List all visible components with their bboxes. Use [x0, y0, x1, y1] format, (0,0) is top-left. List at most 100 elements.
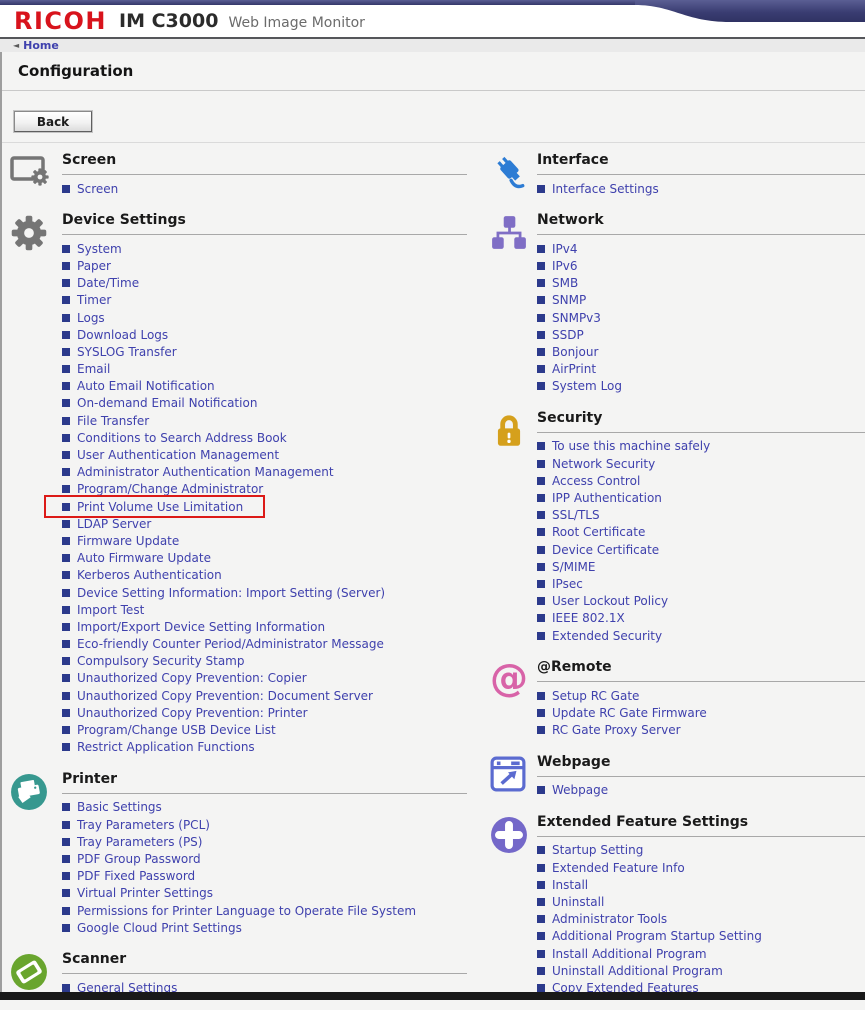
bullet-icon	[537, 563, 545, 571]
config-link[interactable]: Bonjour	[552, 346, 598, 358]
config-link[interactable]: IPv6	[552, 260, 578, 272]
bullet-icon	[62, 606, 70, 614]
config-link[interactable]: SSDP	[552, 329, 584, 341]
bullet-icon	[62, 365, 70, 373]
config-link[interactable]: Root Certificate	[552, 526, 645, 538]
config-link[interactable]: Program/Change Administrator	[77, 483, 263, 495]
config-link[interactable]: On-demand Email Notification	[77, 397, 257, 409]
config-link[interactable]: Tray Parameters (PS)	[77, 836, 202, 848]
link-item: Compulsory Security Stamp	[62, 653, 467, 670]
config-link[interactable]: PDF Group Password	[77, 853, 201, 865]
config-link[interactable]: Permissions for Printer Language to Oper…	[77, 905, 416, 917]
back-button[interactable]: Back	[14, 111, 92, 132]
screen-icon	[10, 150, 62, 197]
config-link[interactable]: Update RC Gate Firmware	[552, 707, 707, 719]
config-link[interactable]: Install	[552, 879, 588, 891]
home-link[interactable]: Home	[23, 40, 59, 51]
section-title: Interface	[537, 150, 865, 175]
section-title: Webpage	[537, 752, 865, 777]
config-link[interactable]: Interface Settings	[552, 183, 659, 195]
config-link[interactable]: SSL/TLS	[552, 509, 600, 521]
config-link[interactable]: RC Gate Proxy Server	[552, 724, 681, 736]
config-link[interactable]: Unauthorized Copy Prevention: Copier	[77, 672, 307, 684]
config-link[interactable]: Basic Settings	[77, 801, 162, 813]
config-link[interactable]: SNMPv3	[552, 312, 601, 324]
config-link[interactable]: Google Cloud Print Settings	[77, 922, 242, 934]
config-link[interactable]: Virtual Printer Settings	[77, 887, 213, 899]
config-link[interactable]: Device Certificate	[552, 544, 659, 556]
bullet-icon	[537, 932, 545, 940]
config-link[interactable]: Administrator Authentication Management	[77, 466, 334, 478]
config-link[interactable]: Timer	[77, 294, 111, 306]
link-item: Additional Program Startup Setting	[537, 928, 865, 945]
link-item: Uninstall Additional Program	[537, 962, 865, 979]
config-link[interactable]: Network Security	[552, 458, 655, 470]
config-link[interactable]: PDF Fixed Password	[77, 870, 195, 882]
config-link[interactable]: File Transfer	[77, 415, 149, 427]
config-link[interactable]: Uninstall	[552, 896, 604, 908]
config-link[interactable]: System	[77, 243, 122, 255]
config-link[interactable]: Logs	[77, 312, 105, 324]
link-item: Timer	[62, 292, 467, 309]
config-link[interactable]: Extended Feature Info	[552, 862, 685, 874]
config-link[interactable]: Compulsory Security Stamp	[77, 655, 244, 667]
link-item: Install	[537, 876, 865, 893]
link-item: IEEE 802.1X	[537, 610, 865, 627]
section-title: Extended Feature Settings	[537, 812, 865, 837]
config-link[interactable]: Tray Parameters (PCL)	[77, 819, 210, 831]
config-link[interactable]: Email	[77, 363, 110, 375]
config-link[interactable]: Startup Setting	[552, 844, 643, 856]
config-link[interactable]: System Log	[552, 380, 622, 392]
config-link[interactable]: To use this machine safely	[552, 440, 710, 452]
config-link[interactable]: User Authentication Management	[77, 449, 279, 461]
config-link[interactable]: Extended Security	[552, 630, 662, 642]
bullet-icon	[62, 279, 70, 287]
config-link[interactable]: Restrict Application Functions	[77, 741, 255, 753]
config-link[interactable]: IPv4	[552, 243, 578, 255]
config-link[interactable]: Uninstall Additional Program	[552, 965, 723, 977]
config-link[interactable]: Auto Email Notification	[77, 380, 215, 392]
config-link[interactable]: Import Test	[77, 604, 144, 616]
link-item: User Lockout Policy	[537, 593, 865, 610]
config-link[interactable]: Setup RC Gate	[552, 690, 639, 702]
config-link[interactable]: AirPrint	[552, 363, 596, 375]
config-link[interactable]: Import/Export Device Setting Information	[77, 621, 325, 633]
config-link[interactable]: Additional Program Startup Setting	[552, 930, 762, 942]
config-link[interactable]: IPsec	[552, 578, 583, 590]
config-link[interactable]: S/MIME	[552, 561, 596, 573]
config-link[interactable]: Paper	[77, 260, 111, 272]
config-link[interactable]: Access Control	[552, 475, 640, 487]
config-link[interactable]: SMB	[552, 277, 578, 289]
config-link[interactable]: User Lockout Policy	[552, 595, 668, 607]
config-link[interactable]: Unauthorized Copy Prevention: Document S…	[77, 690, 373, 702]
config-link[interactable]: Device Setting Information: Import Setti…	[77, 587, 385, 599]
config-link[interactable]: Screen	[77, 183, 118, 195]
config-link[interactable]: SYSLOG Transfer	[77, 346, 177, 358]
config-link[interactable]: Eco-friendly Counter Period/Administrato…	[77, 638, 384, 650]
config-link[interactable]: Webpage	[552, 784, 608, 796]
link-item: S/MIME	[537, 558, 865, 575]
config-link[interactable]: SNMP	[552, 294, 586, 306]
config-link[interactable]: LDAP Server	[77, 518, 151, 530]
config-link[interactable]: Administrator Tools	[552, 913, 667, 925]
link-item: Uninstall	[537, 893, 865, 910]
config-link[interactable]: Unauthorized Copy Prevention: Printer	[77, 707, 308, 719]
bullet-icon	[537, 331, 545, 339]
config-link[interactable]: Firmware Update	[77, 535, 179, 547]
config-link[interactable]: Auto Firmware Update	[77, 552, 211, 564]
config-link[interactable]: Program/Change USB Device List	[77, 724, 276, 736]
link-item: Conditions to Search Address Book	[62, 429, 467, 446]
link-item: Restrict Application Functions	[62, 739, 467, 756]
config-link[interactable]: Date/Time	[77, 277, 139, 289]
config-link[interactable]: IEEE 802.1X	[552, 612, 625, 624]
bullet-icon	[62, 185, 70, 193]
config-link[interactable]: Kerberos Authentication	[77, 569, 222, 581]
bullet-icon	[537, 984, 545, 992]
config-link[interactable]: Print Volume Use Limitation	[77, 501, 243, 513]
config-link[interactable]: Conditions to Search Address Book	[77, 432, 287, 444]
config-link[interactable]: Download Logs	[77, 329, 168, 341]
bullet-icon	[537, 262, 545, 270]
config-link[interactable]: IPP Authentication	[552, 492, 662, 504]
config-link[interactable]: Install Additional Program	[552, 948, 707, 960]
bullet-icon	[537, 632, 545, 640]
